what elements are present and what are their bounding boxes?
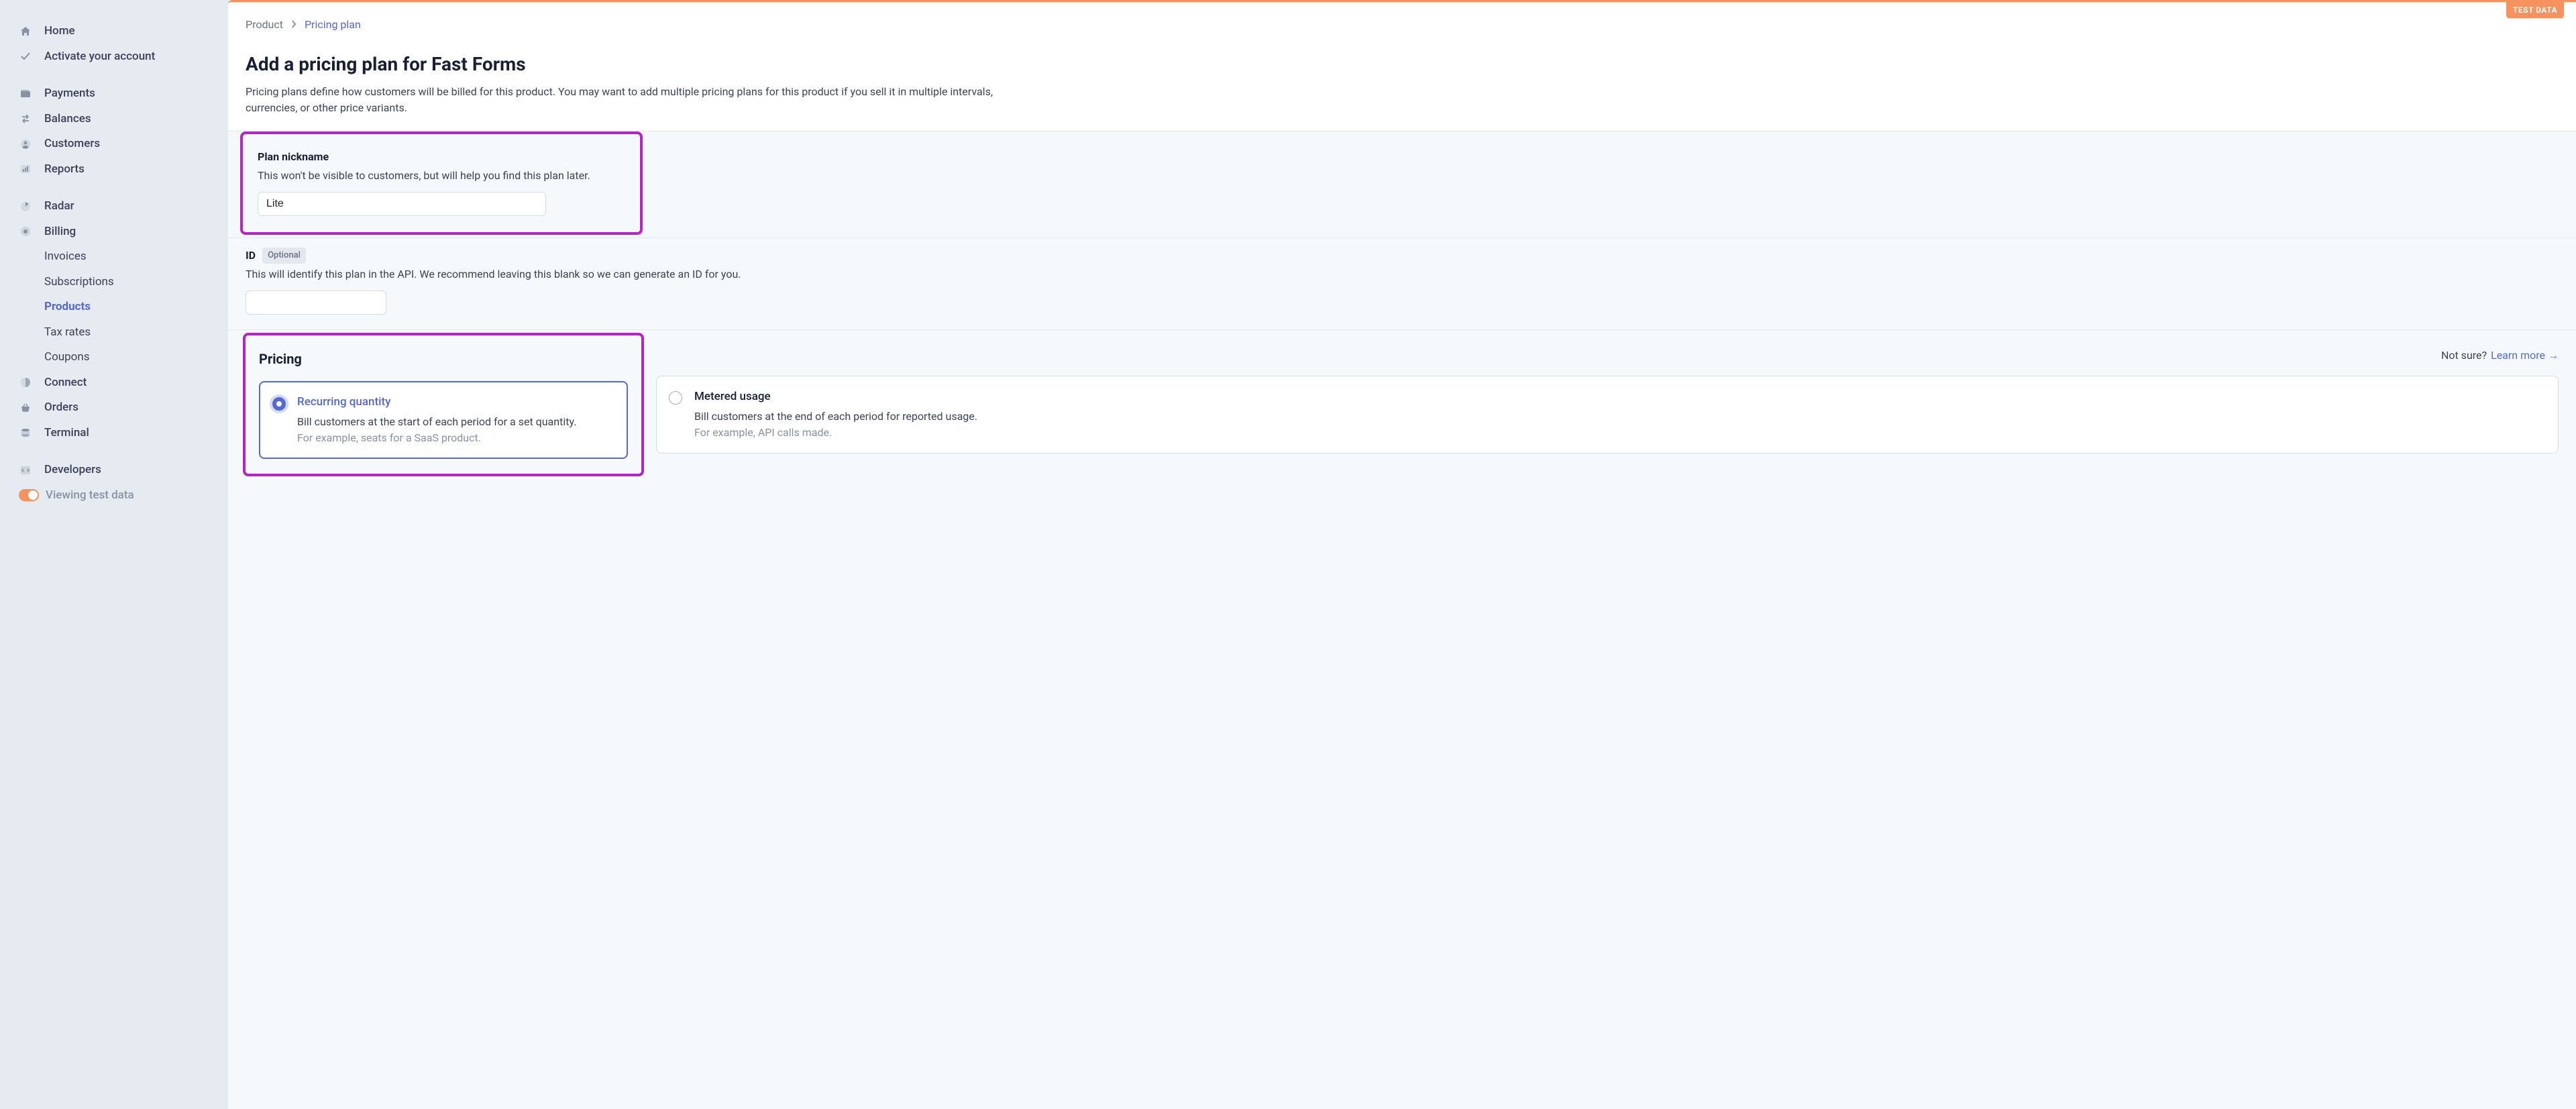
nav-label: Reports [44,161,85,178]
id-label-text: ID [246,248,256,264]
nav-subscriptions[interactable]: Subscriptions [0,270,228,295]
pricing-section: Pricing Recurring quantity Bill customer… [228,330,2576,496]
option-example: For example, seats for a SaaS product. [297,430,614,446]
pricing-title: Pricing [259,349,302,369]
nav-orders[interactable]: Orders [0,395,228,421]
id-help: This will identify this plan in the API.… [246,266,2559,282]
nav-label: Payments [44,85,95,103]
nav-invoices[interactable]: Invoices [0,244,228,270]
nickname-help: This won't be visible to customers, but … [258,168,625,184]
check-icon [19,50,32,63]
wallet-icon [19,87,32,101]
chevron-right-icon [291,17,297,33]
page-title: Add a pricing plan for Fast Forms [246,50,2559,78]
nav-activate[interactable]: Activate your account [0,44,228,70]
radio-unselected-icon[interactable] [669,391,682,405]
breadcrumb-product[interactable]: Product [246,17,283,33]
nav-home[interactable]: Home [0,19,228,44]
chart-icon [19,162,32,176]
nav-label: Orders [44,399,78,417]
pricing-right: Not sure? Learn more → Metered usage Bil… [656,333,2559,454]
learn-more-link[interactable]: Learn more → [2491,348,2559,364]
nav-coupons[interactable]: Coupons [0,345,228,370]
nav-label: Connect [44,374,87,392]
not-sure-text: Not sure? [2441,348,2487,364]
nav-tax-rates[interactable]: Tax rates [0,320,228,346]
nav-balances[interactable]: Balances [0,107,228,132]
nav-label: Tax rates [44,324,91,341]
basket-icon [19,401,32,415]
transfer-icon [19,112,32,125]
radio-selected-icon[interactable] [272,397,286,411]
nav-label: Customers [44,136,100,153]
plan-id-section: ID Optional This will identify this plan… [228,238,2576,330]
option-title: Metered usage [694,388,2544,406]
nav-customers[interactable]: Customers [0,131,228,157]
connect-icon [19,376,32,389]
plan-nickname-section: Plan nickname This won't be visible to c… [228,131,2576,238]
nav-label: Terminal [44,425,89,442]
option-metered-usage[interactable]: Metered usage Bill customers at the end … [656,376,2559,454]
sidebar: Home Activate your account Payments [0,0,228,1109]
breadcrumb: Product Pricing plan [246,17,2559,33]
nav-label: Radar [44,198,74,215]
optional-badge: Optional [262,248,306,264]
nav-label: Balances [44,111,91,128]
arrow-right-icon: → [2548,349,2559,362]
id-input[interactable] [246,291,386,315]
nav-connect[interactable]: Connect [0,370,228,396]
id-label: ID Optional [246,248,2559,264]
pricing-help: Not sure? Learn more → [2441,348,2559,364]
nav-label: Home [44,23,75,40]
nickname-label: Plan nickname [258,149,625,165]
nav-reports[interactable]: Reports [0,157,228,182]
user-icon [19,138,32,151]
billing-icon [19,225,32,238]
nav-label: Activate your account [44,48,155,66]
nav-label: Products [44,299,91,316]
nav-label: Viewing test data [46,487,134,505]
nav-payments[interactable]: Payments [0,81,228,107]
nav-terminal[interactable]: Terminal [0,421,228,446]
nav-radar[interactable]: Radar [0,194,228,219]
nav-developers[interactable]: Developers [0,458,228,483]
nickname-input[interactable] [258,192,546,216]
option-example: For example, API calls made. [694,425,2544,441]
nav-label: Billing [44,223,76,241]
nickname-highlight: Plan nickname This won't be visible to c… [240,131,643,235]
test-data-badge: TEST DATA [2506,2,2564,18]
nav-test-toggle[interactable]: Viewing test data [0,483,228,509]
app-root: Home Activate your account Payments [0,0,2576,1109]
option-desc: Bill customers at the end of each period… [694,409,2544,425]
option-title: Recurring quantity [297,394,614,411]
nav-billing[interactable]: Billing [0,219,228,245]
nav-label: Coupons [44,349,90,366]
main-content: TEST DATA Product Pricing plan Add a pri… [228,0,2576,1109]
home-icon [19,25,32,38]
toggle-icon[interactable] [19,489,39,501]
option-desc: Bill customers at the start of each peri… [297,414,614,430]
nav-label: Subscriptions [44,274,114,291]
radar-icon [19,200,32,213]
nav-products[interactable]: Products [0,295,228,320]
nav-label: Developers [44,462,101,479]
page-header: Product Pricing plan Add a pricing plan … [228,2,2576,131]
nav-label: Invoices [44,248,87,266]
pricing-highlight: Pricing Recurring quantity Bill customer… [243,333,644,476]
terminal-icon [19,426,32,439]
option-recurring-quantity[interactable]: Recurring quantity Bill customers at the… [259,381,628,459]
breadcrumb-pricing-plan[interactable]: Pricing plan [305,17,361,33]
page-description: Pricing plans define how customers will … [246,84,997,116]
code-icon [19,464,32,477]
